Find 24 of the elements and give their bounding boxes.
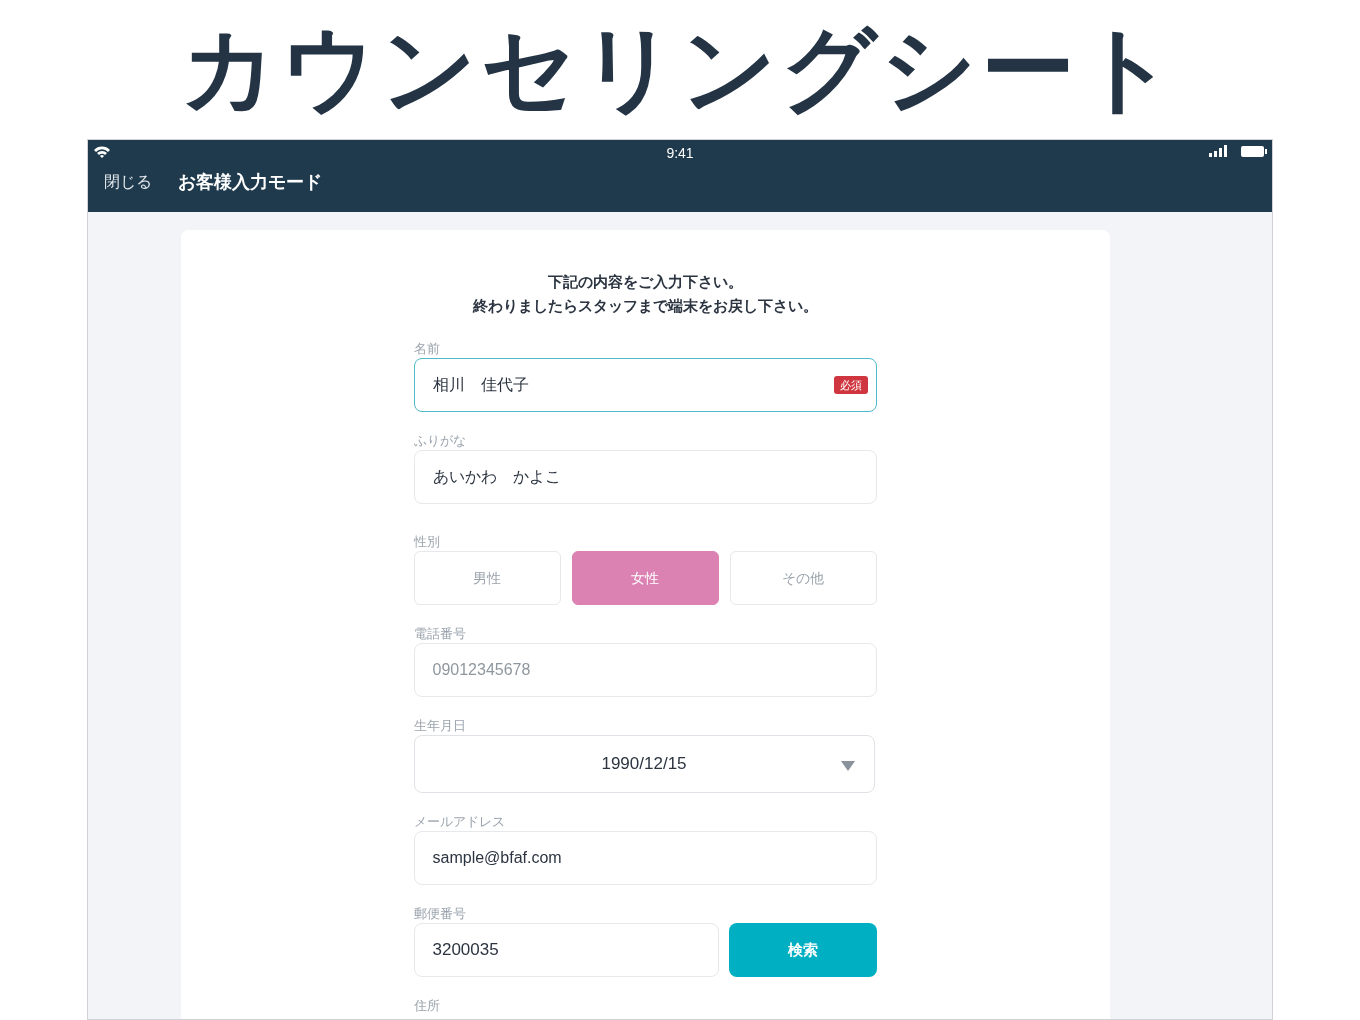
dropdown-icon [840,761,855,771]
signal-icon [1209,145,1229,157]
postal-code-field[interactable]: 3200035 [413,923,719,977]
field-label: 電話番号 [413,626,466,641]
field-label: ふりがな [413,433,466,448]
field-label: 生年月日 [413,718,466,733]
instruction-text: 終わりましたらスタッフまで端末をお戻し下さい。 [472,296,818,316]
field-label: 郵便番号 [413,906,466,921]
text-field[interactable]: 09012345678 [413,643,877,697]
text-field[interactable]: あいかわ かよこ [413,450,877,504]
field-label: 住所 [413,998,440,1013]
battery-icon [1241,145,1267,157]
status-time: 9:41 [666,144,694,163]
field-label: 名前 [413,341,440,356]
instruction-text: 下記の内容をご入力下さい。 [547,272,743,292]
close-button[interactable]: 閉じる [104,170,152,194]
field-label: メールアドレス [413,814,505,829]
mode-title: お客様入力モード [178,170,322,194]
wifi-icon [93,144,111,158]
page-title: カウンセリングシート [181,22,1179,116]
required-badge: 必須 [833,376,868,394]
date-select[interactable]: 1990/12/15 [413,735,875,793]
field-label: 性別 [413,534,440,549]
text-field[interactable]: sample@bfaf.com [413,831,877,885]
